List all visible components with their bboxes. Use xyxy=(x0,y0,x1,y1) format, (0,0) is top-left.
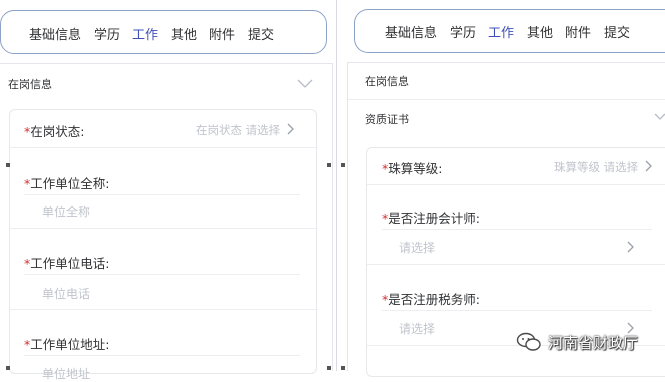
chevron-right-icon xyxy=(645,160,652,172)
row-divider xyxy=(10,309,318,310)
resize-handle[interactable] xyxy=(327,366,331,370)
tab-attachment[interactable]: 附件 xyxy=(565,22,591,41)
cta-label: *是否注册税务师: xyxy=(382,292,480,307)
chevron-down-icon[interactable] xyxy=(654,113,665,123)
on-duty-status-label: *在岗状态: xyxy=(24,124,85,139)
cpa-placeholder: 请选择 xyxy=(399,241,436,255)
tab-basic-info[interactable]: 基础信息 xyxy=(29,24,81,43)
tab-attachment[interactable]: 附件 xyxy=(209,24,235,43)
resize-handle[interactable] xyxy=(341,163,345,167)
cta-placeholder: 请选择 xyxy=(399,322,436,336)
row-divider xyxy=(367,264,665,265)
abacus-level-label: *珠算等级: xyxy=(382,161,443,176)
row-divider xyxy=(10,147,318,148)
company-name-input[interactable]: 单位全称 xyxy=(42,203,90,220)
section-title-on-duty: 在岗信息 xyxy=(365,75,409,88)
tab-education[interactable]: 学历 xyxy=(94,24,120,43)
tab-work[interactable]: 工作 xyxy=(132,24,158,43)
tab-education[interactable]: 学历 xyxy=(450,22,476,41)
right-tab-bar: 基础信息 学历 工作 其他 附件 提交 xyxy=(354,9,665,53)
section-title-on-duty: 在岗信息 xyxy=(8,78,52,91)
chevron-down-icon[interactable] xyxy=(297,79,313,89)
left-panel: 在岗信息 *在岗状态: 在岗状态 请选择 *工作单位全称: 单位全称 *工作单位… xyxy=(0,63,333,381)
company-phone-label: *工作单位电话: xyxy=(24,256,110,271)
cpa-label: *是否注册会计师: xyxy=(382,211,480,226)
tab-other[interactable]: 其他 xyxy=(527,22,553,41)
company-address-input[interactable]: 单位地址 xyxy=(42,365,90,382)
field-divider xyxy=(24,194,300,195)
section-title-certificates: 资质证书 xyxy=(365,113,409,126)
tab-basic-info[interactable]: 基础信息 xyxy=(385,22,437,41)
abacus-level-hint: 珠算等级 请选择 xyxy=(554,160,639,174)
row-divider xyxy=(10,228,318,229)
section-divider xyxy=(348,99,665,100)
resize-handle[interactable] xyxy=(341,366,345,370)
right-panel: 在岗信息 资质证书 *珠算等级: 珠算等级 请选择 *是否注册会计师: 请选择 xyxy=(347,62,665,377)
watermark-text: 河南省财政厅 xyxy=(548,334,639,352)
field-divider xyxy=(24,355,300,356)
field-divider xyxy=(382,310,652,311)
company-address-label: *工作单位地址: xyxy=(24,337,110,352)
field-divider xyxy=(24,274,300,275)
chevron-right-icon xyxy=(627,241,634,253)
row-divider xyxy=(367,184,665,185)
screenshot-divider xyxy=(336,0,337,371)
chevron-right-icon xyxy=(287,123,294,135)
on-duty-status-hint: 在岗状态 请选择 xyxy=(196,123,281,137)
wechat-icon xyxy=(516,332,541,351)
company-name-label: *工作单位全称: xyxy=(24,176,110,191)
resize-handle[interactable] xyxy=(327,163,331,167)
left-card: *在岗状态: 在岗状态 请选择 *工作单位全称: 单位全称 *工作单位电话: 单… xyxy=(9,109,318,381)
field-divider xyxy=(382,229,652,230)
tab-submit[interactable]: 提交 xyxy=(248,24,274,43)
tab-other[interactable]: 其他 xyxy=(171,24,197,43)
tab-work[interactable]: 工作 xyxy=(488,22,514,41)
left-tab-bar: 基础信息 学历 工作 其他 附件 提交 xyxy=(0,10,327,54)
resize-handle[interactable] xyxy=(6,163,10,167)
company-phone-input[interactable]: 单位电话 xyxy=(42,285,90,302)
tab-submit[interactable]: 提交 xyxy=(604,22,630,41)
resize-handle[interactable] xyxy=(6,366,10,370)
